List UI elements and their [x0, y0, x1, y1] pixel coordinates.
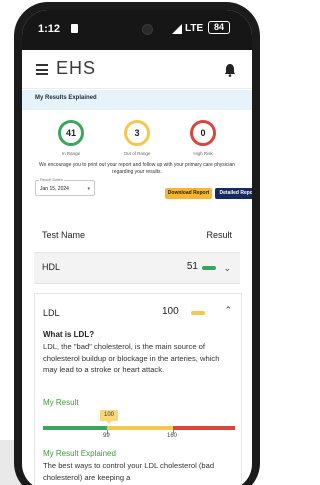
out-of-range-label: Out of Range: [123, 151, 151, 156]
camera-icon: [142, 24, 153, 35]
network-type: LTE: [185, 23, 204, 34]
out-of-range-count: 3: [134, 128, 140, 138]
signal-icon: [172, 24, 182, 34]
in-range-count: 41: [65, 128, 76, 138]
chevron-down-icon: ▾: [87, 186, 90, 192]
status-bar: 1:12 LTE 84: [22, 10, 252, 50]
banner-title: My Results Explained: [35, 95, 97, 101]
status-time: 1:12: [38, 23, 61, 35]
range-normal: [43, 426, 107, 430]
notification-status-icon: [71, 24, 78, 33]
advice-text: We encourage you to print out your repor…: [38, 162, 236, 175]
result-dates-select[interactable]: Result Dates Jan 15, 2024 ▾: [35, 177, 95, 196]
app-screenshot: 1:12 LTE 84 EHS My Results Explained 41: [0, 0, 260, 485]
status-pill: [191, 311, 205, 315]
table-row-ldl-expanded: LDL 100 ⌃ What is LDL? LDL, the "bad" ch…: [34, 293, 242, 485]
high-risk-count: 0: [200, 128, 206, 138]
results-summary: 41 In Range 3 Out of Range 0 High Risk: [22, 120, 252, 156]
test-name: HDL: [42, 262, 61, 272]
result-dates-value: Jan 15, 2024: [40, 186, 69, 192]
app-bar: EHS: [22, 50, 252, 89]
out-of-range-ring[interactable]: 3: [124, 120, 150, 146]
bell-icon[interactable]: [224, 63, 236, 77]
my-result-heading: My Result: [43, 398, 79, 407]
result-marker-arrow: [106, 421, 112, 424]
phone-screen: 1:12 LTE 84 EHS My Results Explained 41: [22, 10, 252, 485]
result-explained-text: The best ways to control your LDL choles…: [43, 461, 215, 482]
high-risk-ring[interactable]: 0: [190, 120, 216, 146]
battery-icon: 84: [208, 21, 230, 34]
range-borderline: [107, 426, 173, 430]
in-range-label: In Range: [61, 151, 81, 156]
hamburger-menu-icon[interactable]: [36, 64, 48, 75]
threshold-high-label: 160: [167, 433, 178, 439]
test-result-value: 100: [162, 306, 179, 317]
test-name: LDL: [43, 308, 60, 318]
status-pill: [202, 266, 216, 270]
results-table-header: Test Name Result: [34, 220, 240, 253]
test-result-value: 51: [186, 261, 198, 272]
download-report-button[interactable]: Download Report: [165, 188, 212, 199]
chevron-up-icon[interactable]: ⌃: [224, 305, 232, 316]
ldl-description: LDL, the "bad" cholesterol, is the main …: [43, 342, 220, 374]
result-marker: 100: [100, 410, 118, 421]
column-result: Result: [206, 230, 232, 240]
result-range-bar: [43, 426, 235, 430]
chevron-down-icon[interactable]: ⌄: [223, 263, 231, 274]
result-dates-label: Result Dates: [39, 177, 64, 182]
section-banner: My Results Explained: [22, 90, 252, 110]
detailed-report-button[interactable]: Detailed Report: [215, 188, 252, 199]
in-range-ring[interactable]: 41: [58, 120, 84, 146]
table-row-hdl[interactable]: HDL 51 ⌄: [34, 253, 240, 284]
ldl-question: What is LDL?: [43, 330, 95, 339]
column-test-name: Test Name: [42, 230, 86, 240]
threshold-low-label: 99: [103, 433, 110, 439]
range-high: [173, 426, 235, 430]
battery-level: 84: [213, 22, 224, 32]
high-risk-label: High Risk: [193, 151, 213, 156]
result-explained-heading: My Result Explained: [43, 449, 116, 458]
app-logo: EHS: [56, 58, 97, 78]
